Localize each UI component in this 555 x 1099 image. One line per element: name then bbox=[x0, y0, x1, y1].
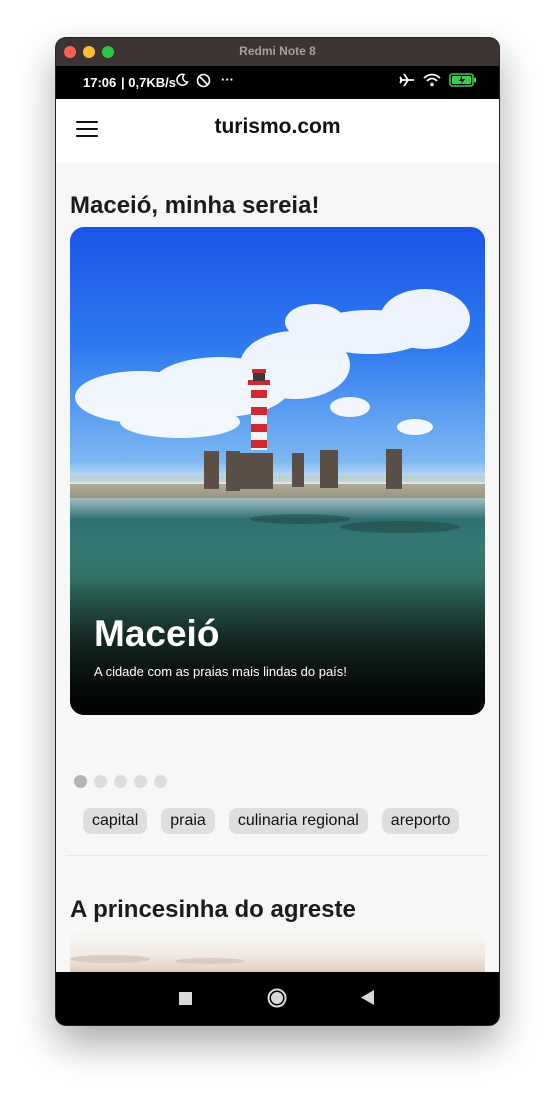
carousel-dot[interactable] bbox=[74, 775, 87, 788]
moon-icon bbox=[175, 73, 189, 90]
more-status-icon: ··· bbox=[221, 72, 234, 87]
network-speed: | 0,7KB/s bbox=[121, 75, 176, 90]
app-screen: turismo.com Maceió, minha sereia! Maceió… bbox=[56, 99, 499, 972]
dnd-icon bbox=[196, 73, 211, 91]
phone-window: Redmi Note 8 17:06 | 0,7KB/s ··· turismo… bbox=[56, 38, 499, 1025]
back-nav-icon[interactable] bbox=[361, 990, 375, 1009]
carousel-dot[interactable] bbox=[114, 775, 127, 788]
window-titlebar: Redmi Note 8 bbox=[56, 38, 499, 66]
wifi-icon bbox=[423, 73, 441, 90]
card-subtitle: A cidade com as praias mais lindas do pa… bbox=[94, 664, 347, 679]
tag-chip[interactable]: praia bbox=[161, 808, 215, 834]
landscape-photo bbox=[70, 955, 245, 964]
section-divider bbox=[66, 855, 489, 856]
app-bar: turismo.com bbox=[56, 99, 499, 162]
card-title: Maceió bbox=[94, 613, 220, 654]
circle-nav-icon[interactable] bbox=[267, 988, 287, 1012]
section-title-agreste: A princesinha do agreste bbox=[70, 896, 356, 923]
carousel-dot[interactable] bbox=[134, 775, 147, 788]
destination-card-agreste[interactable] bbox=[70, 931, 485, 972]
status-time: 17:06 bbox=[83, 75, 117, 90]
carousel-dot[interactable] bbox=[94, 775, 107, 788]
tag-list: capital praia culinaria regional areport… bbox=[83, 808, 460, 834]
airplane-icon bbox=[399, 73, 415, 90]
section-title-maceio: Maceió, minha sereia! bbox=[70, 192, 320, 219]
system-nav-bar bbox=[56, 972, 499, 1025]
carousel-dot[interactable] bbox=[154, 775, 167, 788]
window-title: Redmi Note 8 bbox=[239, 44, 316, 58]
battery-icon bbox=[449, 73, 477, 90]
tag-chip[interactable]: culinaria regional bbox=[228, 808, 368, 834]
tag-chip[interactable]: areporto bbox=[381, 808, 460, 834]
status-bar: 17:06 | 0,7KB/s ··· bbox=[56, 66, 499, 99]
square-nav-icon[interactable] bbox=[179, 990, 192, 1009]
app-title: turismo.com bbox=[214, 115, 341, 138]
destination-card-maceio[interactable]: Maceió A cidade com as praias mais linda… bbox=[70, 227, 485, 715]
tag-chip[interactable]: capital bbox=[83, 808, 148, 834]
carousel-indicator bbox=[74, 775, 167, 788]
